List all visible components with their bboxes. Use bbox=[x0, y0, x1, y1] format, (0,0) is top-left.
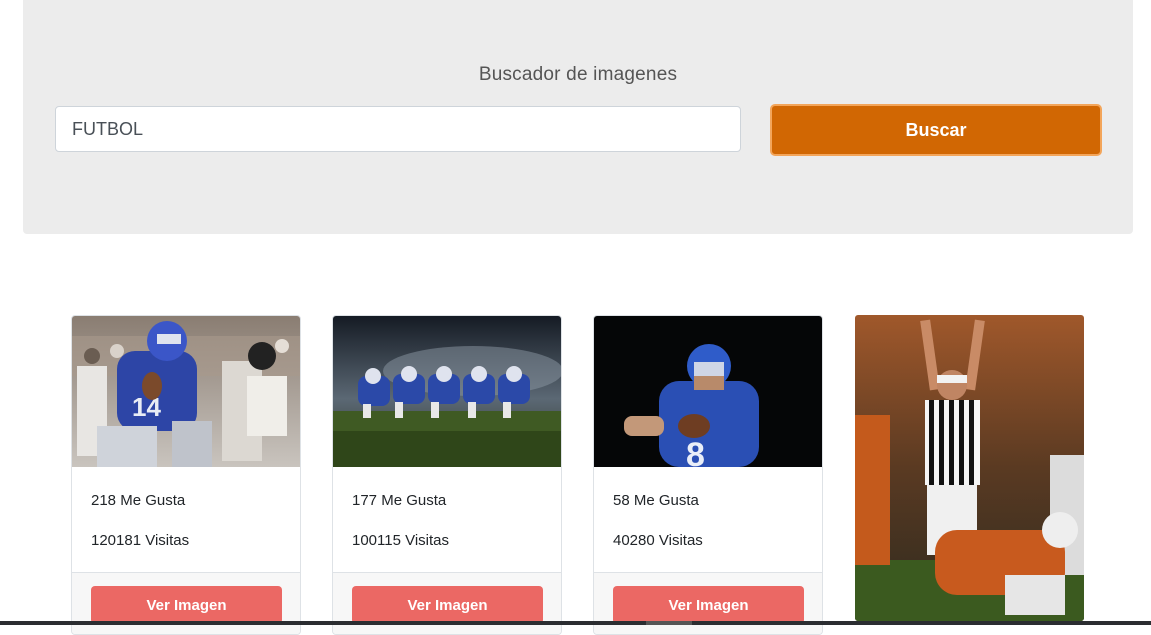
views-count: 40280 Visitas bbox=[613, 532, 703, 549]
search-button[interactable]: Buscar bbox=[770, 104, 1102, 156]
likes-count: 177 Me Gusta bbox=[352, 492, 447, 509]
result-image[interactable] bbox=[855, 315, 1084, 621]
view-image-button[interactable]: Ver Imagen bbox=[352, 586, 543, 624]
search-panel: Buscador de imagenes Buscar bbox=[23, 0, 1133, 234]
view-image-button[interactable]: Ver Imagen bbox=[91, 586, 282, 624]
likes-count: 58 Me Gusta bbox=[613, 492, 699, 509]
view-image-button[interactable]: Ver Imagen bbox=[613, 586, 804, 624]
page-title: Buscador de imagenes bbox=[478, 64, 678, 85]
result-image[interactable]: 8 bbox=[594, 316, 822, 467]
result-card: 8 58 Me Gusta 40280 Visitas Ver Imagen bbox=[593, 315, 823, 635]
views-count: 120181 Visitas bbox=[91, 532, 190, 549]
result-image[interactable]: 14 bbox=[72, 316, 300, 467]
search-input[interactable] bbox=[55, 106, 741, 152]
result-image[interactable] bbox=[333, 316, 561, 467]
card-footer: Ver Imagen bbox=[333, 572, 561, 634]
svg-text:8: 8 bbox=[686, 436, 705, 467]
scrollbar-thumb[interactable] bbox=[646, 621, 692, 625]
views-count: 100115 Visitas bbox=[352, 532, 450, 549]
likes-count: 218 Me Gusta bbox=[91, 492, 186, 509]
result-card: 14 218 Me Gusta 120181 Visitas Ver Image… bbox=[71, 315, 301, 635]
card-footer: Ver Imagen bbox=[594, 572, 822, 634]
card-footer: Ver Imagen bbox=[72, 572, 300, 634]
window-scrollbar[interactable] bbox=[0, 621, 1151, 625]
result-card: 177 Me Gusta 100115 Visitas Ver Imagen bbox=[332, 315, 562, 635]
